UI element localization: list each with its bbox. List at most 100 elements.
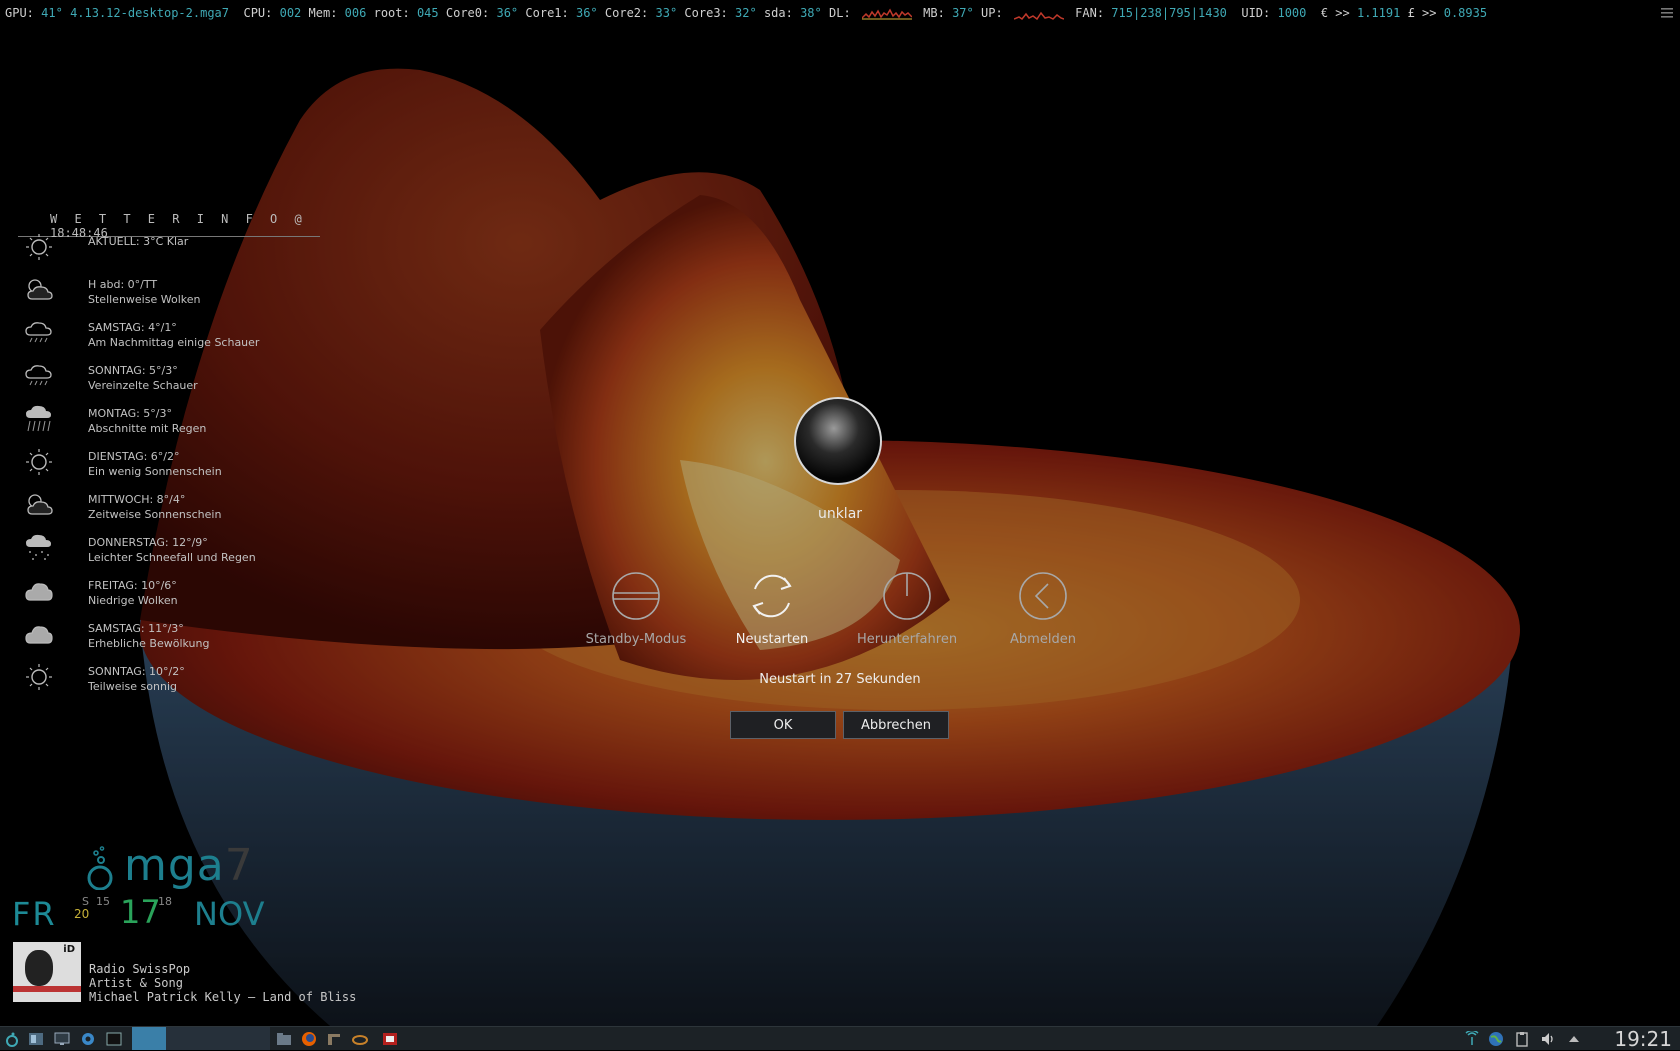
weather-line2: Vereinzelte Schauer (88, 379, 198, 392)
sun-icon (26, 234, 52, 260)
weather-line1: SAMSTAG: 11°/3° (88, 622, 184, 635)
sda-temp: 38° (800, 6, 822, 20)
weather-text: SAMSTAG: 11°/3° Erhebliche Bewölkung (88, 621, 209, 651)
monitor-icon[interactable] (54, 1031, 70, 1047)
gpu-temp: 41° (41, 6, 63, 20)
editor-icon[interactable] (326, 1031, 342, 1047)
weather-text: MONTAG: 5°/3° Abschnitte mit Regen (88, 406, 206, 436)
weather-text: MITTWOCH: 8°/4° Zeitweise Sonnenschein (88, 492, 221, 522)
logout-button[interactable]: Abmelden (978, 570, 1108, 647)
weather-line2: Ein wenig Sonnenschein (88, 465, 222, 478)
logout-icon (1019, 572, 1067, 620)
weather-text: DIENSTAG: 6°/2° Ein wenig Sonnenschein (88, 449, 222, 479)
fan-speeds: 715|238|795|1430 (1111, 6, 1227, 20)
terminal-icon[interactable] (106, 1031, 122, 1047)
hamburger-menu-icon[interactable] (1660, 6, 1674, 20)
weather-text: SONNTAG: 5°/3° Vereinzelte Schauer (88, 363, 198, 393)
month: NOV (194, 895, 265, 933)
volume-icon[interactable] (1540, 1031, 1556, 1047)
weather-row: MITTWOCH: 8°/4° Zeitweise Sonnenschein (18, 490, 318, 530)
restart-button[interactable]: Neustarten (707, 570, 837, 647)
weather-row: DONNERSTAG: 12°/9° Leichter Schneefall un… (18, 533, 318, 573)
radio-station: Radio SwissPop (89, 962, 191, 976)
cloud-icon (25, 583, 53, 601)
weather-row: H abd: 0°/TT Stellenweise Wolken (18, 275, 318, 315)
settings-gear-icon[interactable] (80, 1031, 96, 1047)
cpu-value: 002 (279, 6, 302, 20)
file-manager-icon[interactable] (276, 1031, 292, 1047)
gbp-rate: 0.8935 (1443, 6, 1488, 20)
show-desktop-icon[interactable] (28, 1031, 44, 1047)
uid-label: UID: (1241, 6, 1271, 20)
standby-button[interactable]: Standby-Modus (571, 570, 701, 647)
album-cover: iD (13, 942, 81, 1002)
sun-icon (26, 449, 52, 475)
weather-line1: SONNTAG: 10°/2° (88, 665, 185, 678)
date-small-c: 20 (74, 907, 90, 921)
weather-line1: SAMSTAG: 4°/1° (88, 321, 177, 334)
mem-value: 006 (344, 6, 367, 20)
weather-line1: H abd: 0°/TT (88, 278, 158, 291)
mem-label: Mem: (308, 6, 338, 20)
shutdown-button[interactable]: Herunterfahren (842, 570, 972, 647)
rain-icon (26, 405, 51, 432)
standby-icon (612, 572, 660, 620)
weather-line1: DIENSTAG: 6°/2° (88, 450, 180, 463)
download-label: DL: (829, 6, 851, 20)
eur-rate: 1.1191 (1356, 6, 1401, 20)
weather-text: AKTUELL: 3°C Klar (88, 234, 188, 249)
gpu-label: GPU: (5, 6, 34, 20)
date-small-b: 15 (96, 895, 110, 908)
weather-row: MONTAG: 5°/3° Abschnitte mit Regen (18, 404, 318, 444)
tray-expand-icon[interactable] (1566, 1031, 1582, 1047)
cover-band (13, 986, 81, 992)
taskbar-clock[interactable]: 19:21 (1614, 1027, 1672, 1051)
core3-label: Core3: (684, 6, 728, 20)
radio-info: Radio SwissPop Artist & Song Michael Pat… (89, 962, 356, 1004)
partly-cloudy-icon (27, 279, 53, 300)
fan-label: FAN: (1075, 6, 1105, 20)
sda-label: sda: (763, 6, 793, 20)
task-area[interactable] (166, 1027, 270, 1050)
weather-text: DONNERSTAG: 12°/9° Leichter Schneefall un… (88, 535, 256, 565)
weather-row: SAMSTAG: 4°/1° Am Nachmittag einige Schau… (18, 318, 318, 358)
firefox-icon[interactable] (301, 1031, 317, 1047)
eur-label: € >> (1320, 6, 1350, 20)
cpu-label: CPU: (243, 6, 273, 20)
network-icon[interactable] (1464, 1031, 1480, 1047)
standby-label: Standby-Modus (585, 632, 687, 647)
weather-line2: Stellenweise Wolken (88, 293, 201, 306)
restart-label: Neustarten (735, 632, 809, 647)
screenshot-icon[interactable] (382, 1031, 398, 1047)
core1-temp: 36° (575, 6, 598, 20)
weather-line2: Abschnitte mit Regen (88, 422, 207, 435)
root-label: root: (373, 6, 410, 20)
application-menu-icon[interactable] (4, 1031, 20, 1047)
weather-line2: Leichter Schneefall und Regen (88, 551, 256, 564)
cancel-button[interactable]: Abbrechen (843, 711, 949, 739)
core0-label: Core0: (445, 6, 490, 20)
globe-update-icon[interactable] (1488, 1031, 1504, 1047)
showers-icon (25, 322, 52, 343)
weather-header: W E T T E R I N F O @ 18:48:46 (18, 212, 318, 240)
user-name: unklar (817, 506, 863, 522)
weather-row: DIENSTAG: 6°/2° Ein wenig Sonnenschein (18, 447, 318, 487)
power-icon (883, 572, 931, 620)
radio-track: Michael Patrick Kelly — Land of Bliss (89, 990, 357, 1004)
radio-artist-song-label: Artist & Song (89, 976, 183, 990)
clipboard-icon[interactable] (1514, 1031, 1530, 1047)
cover-figure (25, 950, 53, 986)
weather-row: AKTUELL: 3°C Klar (18, 232, 318, 272)
core2-label: Core2: (604, 6, 649, 20)
weather-text: FREITAG: 10°/6° Niedrige Wolken (88, 578, 178, 608)
taskbar: 19:21 (0, 1026, 1680, 1051)
system-monitor-bar: GPU: 41° 4.13.12-desktop-2.mga7 CPU: 002… (0, 0, 1680, 26)
media-player-icon[interactable] (352, 1031, 368, 1047)
core0-temp: 36° (496, 6, 519, 20)
active-workspace[interactable] (132, 1027, 166, 1050)
upload-label: UP: (981, 6, 1003, 20)
core1-label: Core1: (525, 6, 569, 20)
weather-row: SONNTAG: 10°/2° Teilweise sonnig (18, 662, 318, 702)
logo-version: 7 (224, 840, 254, 891)
ok-button[interactable]: OK (730, 711, 836, 739)
